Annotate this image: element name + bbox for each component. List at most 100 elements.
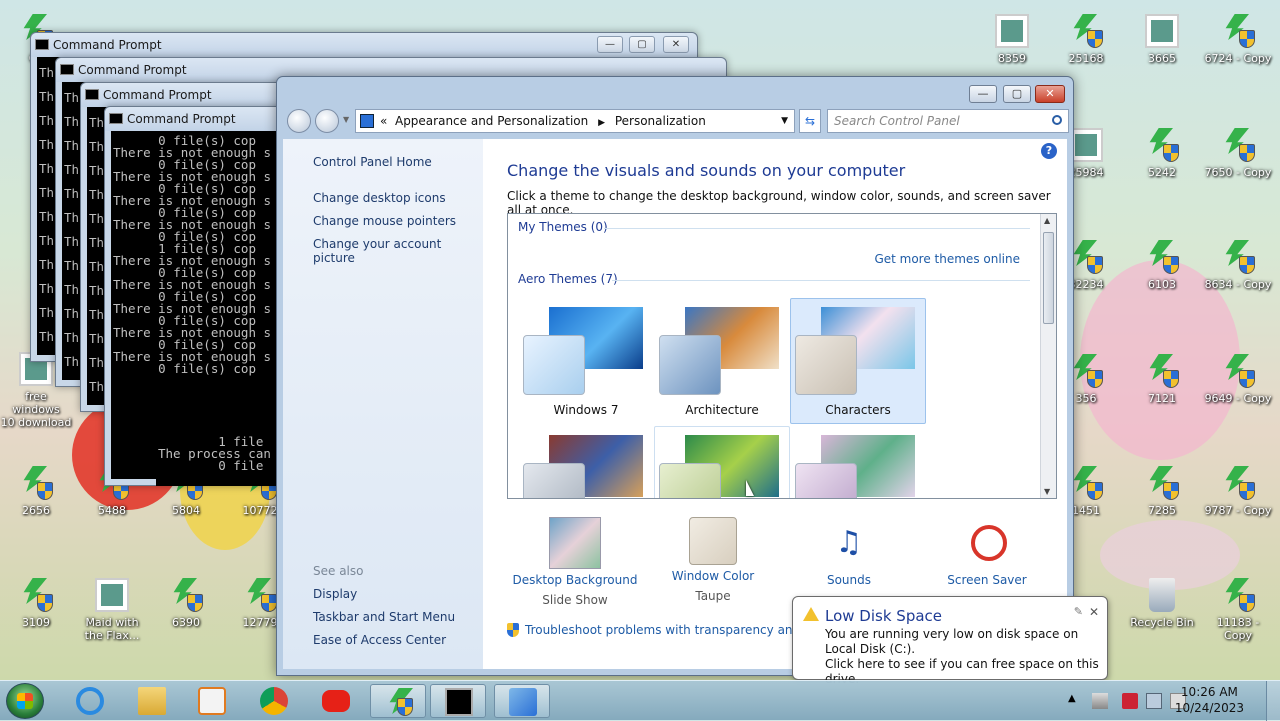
theme-nature[interactable]: [654, 426, 790, 498]
search-input[interactable]: Search Control Panel: [827, 109, 1069, 133]
desktop-icon[interactable]: Maid with the Flax...: [76, 578, 148, 642]
change-account-picture-link[interactable]: Change your account picture: [313, 237, 483, 265]
cmd-console-tail: 1 file The process can 0 file: [156, 434, 276, 486]
window-color-option[interactable]: Window Color Taupe: [643, 517, 783, 603]
desktop-icon[interactable]: 9787 - Copy: [1202, 466, 1274, 517]
desktop-icon[interactable]: 7650 - Copy: [1202, 128, 1274, 179]
desktop-icon[interactable]: 6390: [150, 578, 222, 629]
display-link[interactable]: Display: [313, 587, 357, 601]
taskbar-control-panel[interactable]: [494, 684, 550, 718]
desktop-icon[interactable]: 11183 - Copy: [1202, 578, 1274, 642]
theme-architecture[interactable]: Architecture: [654, 298, 790, 424]
cmd-console[interactable]: 0 file(s) cop There is not enough s 0 fi…: [111, 131, 297, 479]
show-hidden-icons-icon[interactable]: ▲: [1068, 693, 1084, 709]
taskbar-start-menu-link[interactable]: Taskbar and Start Menu: [313, 610, 455, 624]
close-button[interactable]: ✕: [663, 36, 689, 53]
search-icon[interactable]: [1052, 115, 1062, 125]
setup-shield-icon: [1221, 578, 1255, 612]
desktop-icon[interactable]: 5242: [1126, 128, 1198, 179]
network-icon[interactable]: [1146, 693, 1162, 709]
scroll-up-icon[interactable]: ▲: [1044, 216, 1050, 225]
get-more-themes-link[interactable]: Get more themes online: [874, 252, 1020, 266]
sounds-link[interactable]: Sounds: [779, 573, 919, 587]
personalization-window[interactable]: — ▢ ✕ ▼ « Appearance and Personalization…: [276, 76, 1074, 676]
desktop-background-option[interactable]: Desktop Background Slide Show: [505, 517, 645, 607]
maximize-button[interactable]: ▢: [629, 36, 655, 53]
desktop-icon[interactable]: 25168: [1050, 14, 1122, 65]
notification-title: Low Disk Space: [825, 607, 943, 625]
theme-list-scrollbar[interactable]: ▲ ▼: [1040, 214, 1056, 498]
forward-button[interactable]: [315, 109, 339, 133]
drive-warning-icon[interactable]: [1092, 693, 1108, 709]
desktop-background-value: Slide Show: [542, 593, 608, 607]
desktop-icon[interactable]: 6103: [1126, 240, 1198, 291]
cmd-title: Command Prompt: [78, 63, 187, 77]
address-box[interactable]: « Appearance and Personalization ▶ Perso…: [355, 109, 795, 133]
desktop-icon[interactable]: 2656: [0, 466, 72, 517]
desktop-icon[interactable]: 3665: [1126, 14, 1198, 65]
my-themes-group[interactable]: My Themes (0): [518, 220, 608, 234]
clock[interactable]: 10:26 AM 10/24/2023: [1175, 684, 1244, 716]
help-icon[interactable]: ?: [1041, 143, 1057, 159]
desktop-icon[interactable]: 9649 - Copy: [1202, 354, 1274, 405]
scroll-thumb[interactable]: [1043, 232, 1054, 324]
notification-text[interactable]: You are running very low on disk space o…: [825, 627, 1101, 687]
change-mouse-pointers-link[interactable]: Change mouse pointers: [313, 214, 456, 228]
desktop-icon[interactable]: 6724 - Copy: [1202, 14, 1274, 65]
desktop-background-link[interactable]: Desktop Background: [505, 573, 645, 587]
maximize-button[interactable]: ▢: [1003, 85, 1031, 103]
close-button[interactable]: ✕: [1035, 85, 1065, 103]
taskbar-explorer[interactable]: [124, 684, 180, 718]
desktop-icon[interactable]: 8359: [976, 14, 1048, 65]
breadcrumb-overflow[interactable]: «: [380, 114, 387, 128]
theme-windows-7[interactable]: Windows 7: [518, 298, 654, 424]
theme-scenes[interactable]: [790, 426, 926, 498]
address-dropdown-icon[interactable]: ▼: [781, 110, 788, 132]
window-color-link[interactable]: Window Color: [643, 569, 783, 583]
screen-saver-link[interactable]: Screen Saver: [917, 573, 1057, 587]
taskbar-media-player[interactable]: [184, 684, 240, 718]
back-button[interactable]: [287, 109, 311, 133]
close-icon[interactable]: ✕: [1089, 605, 1099, 619]
breadcrumb-personalization[interactable]: Personalization: [615, 114, 706, 128]
refresh-icon[interactable]: ⇆: [799, 109, 821, 133]
aero-themes-group[interactable]: Aero Themes (7): [518, 272, 618, 286]
pin-icon[interactable]: ✎: [1074, 605, 1083, 618]
desktop-icon[interactable]: Recycle Bin: [1126, 578, 1198, 629]
recent-pages-chevron-icon[interactable]: ▼: [343, 115, 349, 124]
cmd-title-bar[interactable]: Command Prompt: [105, 107, 303, 131]
screen-saver-option[interactable]: Screen Saver: [917, 517, 1057, 593]
cmd-window-4[interactable]: Command Prompt 0 file(s) cop There is no…: [104, 106, 304, 486]
ease-of-access-link[interactable]: Ease of Access Center: [313, 633, 446, 647]
desktop-icon[interactable]: 7121: [1126, 354, 1198, 405]
action-center-icon[interactable]: [1122, 693, 1138, 709]
low-disk-space-notification[interactable]: ✎ ✕ Low Disk Space You are running very …: [792, 596, 1108, 686]
desktop-icon-label: Recycle Bin: [1130, 616, 1194, 629]
control-panel-home-link[interactable]: Control Panel Home: [313, 155, 432, 169]
sounds-option[interactable]: ♫ Sounds: [779, 517, 919, 593]
desktop-icon[interactable]: 8634 - Copy: [1202, 240, 1274, 291]
taskbar-youtube[interactable]: [308, 684, 364, 718]
change-desktop-icons-link[interactable]: Change desktop icons: [313, 191, 446, 205]
desktop-icon[interactable]: 3109: [0, 578, 72, 629]
window-caption[interactable]: — ▢ ✕: [277, 77, 1073, 107]
desktop-icon[interactable]: 7285: [1126, 466, 1198, 517]
start-button[interactable]: [6, 683, 44, 719]
breadcrumb-appearance[interactable]: Appearance and Personalization: [395, 114, 588, 128]
troubleshoot-link[interactable]: Troubleshoot problems with transparency …: [507, 623, 824, 637]
show-desktop-button[interactable]: [1266, 681, 1280, 721]
troubleshoot-text[interactable]: Troubleshoot problems with transparency …: [525, 623, 824, 637]
taskbar-installer[interactable]: [370, 684, 426, 718]
breadcrumb-arrow-icon[interactable]: ▶: [598, 118, 605, 128]
desktop-icon-label: 2656: [22, 504, 50, 517]
taskbar-command-prompt[interactable]: [430, 684, 486, 718]
theme-list[interactable]: My Themes (0) Get more themes online Aer…: [507, 213, 1057, 499]
theme-characters[interactable]: Characters: [790, 298, 926, 424]
taskbar-chrome[interactable]: [246, 684, 302, 718]
cmd-title-bar[interactable]: Command Prompt — ▢ ✕: [31, 33, 697, 57]
minimize-button[interactable]: —: [597, 36, 623, 53]
minimize-button[interactable]: —: [969, 85, 997, 103]
scroll-down-icon[interactable]: ▼: [1044, 487, 1050, 496]
taskbar-internet-explorer[interactable]: [62, 684, 118, 718]
theme-landscapes[interactable]: [518, 426, 654, 498]
